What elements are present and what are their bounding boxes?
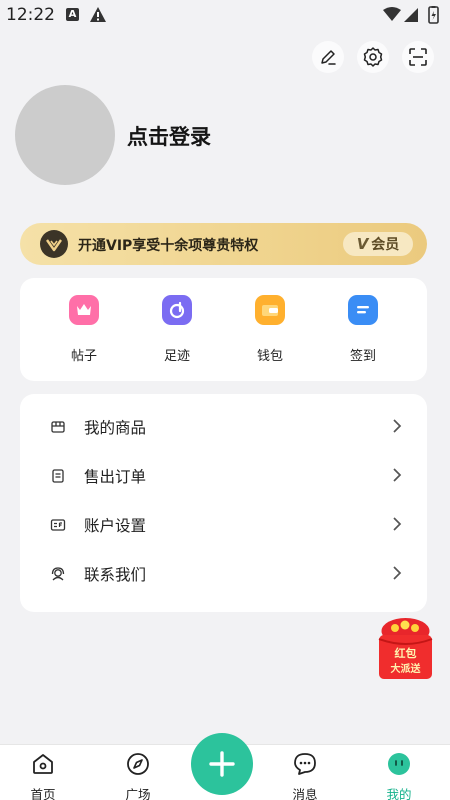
status-bar: 12:22 A (0, 0, 450, 30)
nav-square[interactable]: 广场 (108, 751, 168, 800)
nav-label: 消息 (292, 787, 318, 800)
notification-a-icon: A (66, 8, 79, 21)
vip-member-button[interactable]: V 会员 (343, 232, 413, 256)
quick-action-label: 帖子 (70, 349, 97, 364)
menu-item-contact-us[interactable]: 联系我们 (20, 549, 427, 598)
compass-icon (127, 753, 149, 775)
nav-label: 广场 (125, 787, 151, 800)
menu-item-label: 我的商品 (84, 419, 147, 437)
add-post-button[interactable] (191, 733, 253, 795)
nav-label: 首页 (30, 787, 56, 800)
chevron-right-icon (393, 419, 402, 433)
vip-promo-text: 开通VIP享受十余项尊贵特权 (78, 238, 259, 254)
avatar[interactable] (15, 85, 115, 185)
menu-item-label: 联系我们 (84, 566, 147, 584)
edit-button[interactable] (312, 41, 344, 73)
signal-battery-icon (383, 6, 439, 24)
menu-item-label: 售出订单 (84, 468, 147, 486)
quick-action-label: 足迹 (163, 349, 190, 364)
quick-action-label: 签到 (349, 349, 376, 364)
menu-item-my-goods[interactable]: 我的商品 (20, 402, 427, 451)
vip-banner[interactable]: 开通VIP享受十余项尊贵特权 V 会员 (20, 223, 427, 265)
settings-button[interactable] (357, 41, 389, 73)
chevron-right-icon (393, 566, 402, 580)
footprint-icon (162, 295, 192, 325)
warning-icon (90, 7, 106, 22)
nav-label: 我的 (386, 787, 412, 800)
vip-v-logo: V (356, 235, 369, 253)
vip-member-label: 会员 (371, 237, 400, 253)
quick-actions-card: 帖子 足迹 钱包 签到 (20, 278, 427, 381)
nav-mine[interactable]: 我的 (369, 751, 429, 800)
scan-icon (409, 48, 427, 66)
quick-action-history[interactable]: 足迹 (147, 295, 207, 364)
quick-action-label: 钱包 (256, 349, 283, 364)
support-icon (51, 567, 65, 581)
vip-badge-icon (40, 230, 68, 258)
store-icon (51, 421, 65, 433)
message-icon (294, 753, 316, 775)
menu-item-label: 账户设置 (84, 517, 147, 535)
menu-item-sold-orders[interactable]: 售出订单 (20, 451, 427, 500)
scan-button[interactable] (402, 41, 434, 73)
wallet-icon (255, 295, 285, 325)
red-packet-icon: 红包 大派送 (378, 618, 433, 679)
home-icon (33, 754, 53, 774)
menu-list-card: 我的商品 售出订单 账户设置 联系我们 (20, 394, 427, 612)
quick-action-checkin[interactable]: 签到 (333, 295, 393, 364)
account-icon (50, 519, 66, 531)
nav-home[interactable]: 首页 (13, 751, 73, 800)
chevron-right-icon (393, 468, 402, 482)
login-prompt[interactable]: 点击登录 (127, 121, 211, 151)
plus-icon (209, 751, 235, 777)
chevron-right-icon (393, 517, 402, 531)
gear-icon (363, 47, 383, 67)
nav-messages[interactable]: 消息 (275, 751, 335, 800)
red-packet-promo[interactable]: 红包 大派送 (377, 617, 434, 680)
checkin-icon (348, 295, 378, 325)
profile-icon (388, 753, 410, 775)
red-packet-line1: 红包 (395, 646, 417, 660)
quick-action-posts[interactable]: 帖子 (54, 295, 114, 364)
pencil-icon (321, 50, 336, 65)
order-icon (52, 469, 64, 483)
crown-icon (69, 295, 99, 325)
red-packet-line2: 大派送 (391, 662, 422, 675)
quick-action-wallet[interactable]: 钱包 (240, 295, 300, 364)
menu-item-account-settings[interactable]: 账户设置 (20, 500, 427, 549)
status-time: 12:22 (6, 5, 55, 25)
